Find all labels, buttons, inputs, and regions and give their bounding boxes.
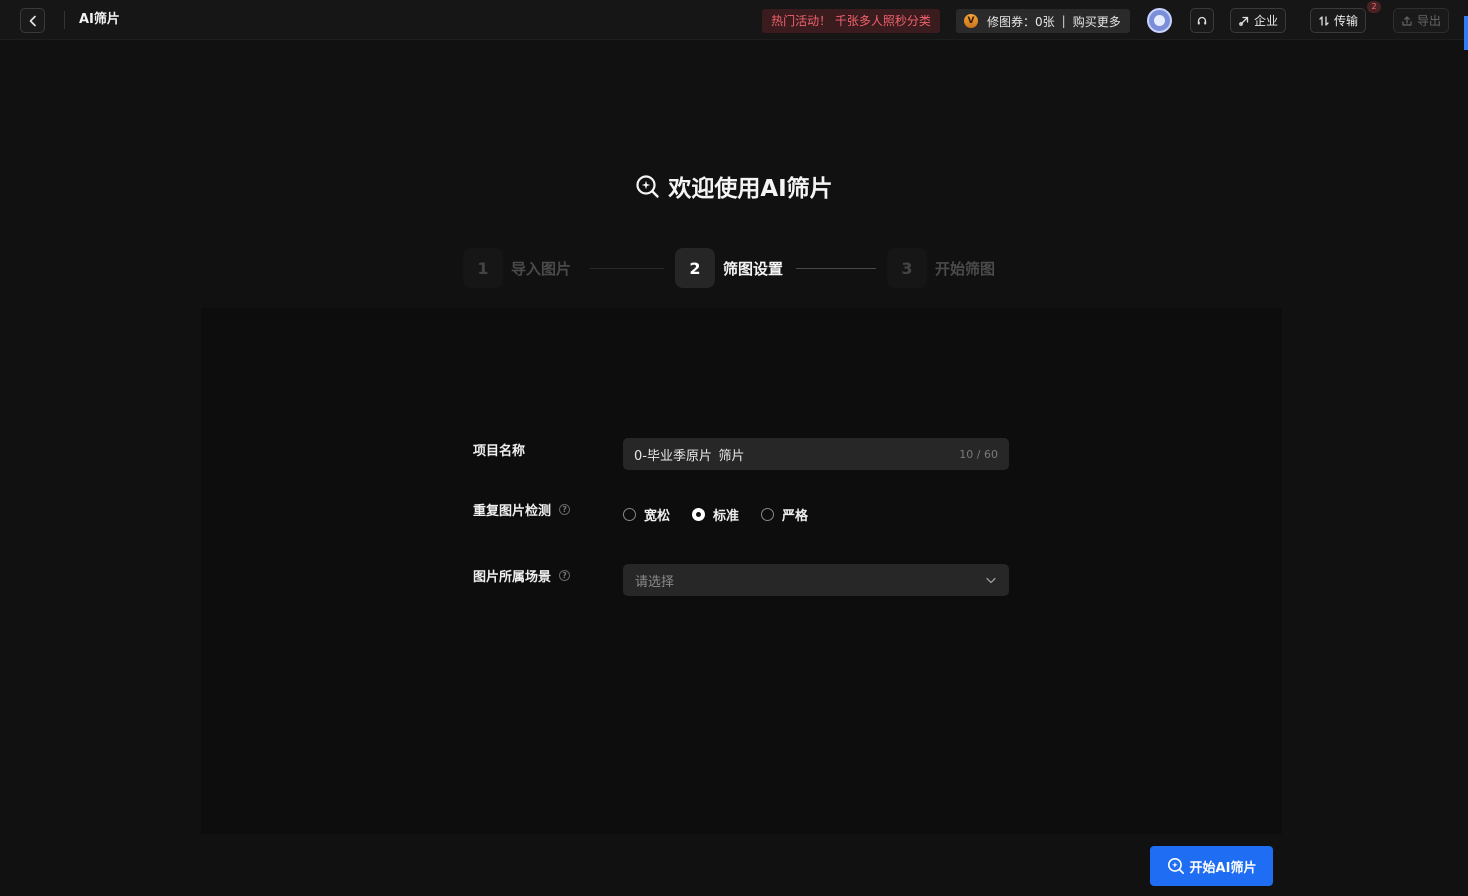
radio-dot: [761, 507, 775, 521]
ai-search-icon: [1167, 858, 1184, 875]
promo-banner[interactable]: 热门活动！ 千张多人照秒分类: [762, 9, 940, 33]
project-name-input[interactable]: [634, 446, 960, 462]
app-title: AI筛片: [64, 11, 120, 29]
duplicate-detection-label-text: 重复图片检测: [473, 504, 552, 519]
duplicate-detection-radio-group: 宽松 标准 严格: [623, 505, 830, 524]
app-window: AI筛片 热门活动！ 千张多人照秒分类 V 修图券：0张 | 购买更多 企业 传…: [0, 0, 1468, 896]
edge-indicator: [1464, 16, 1468, 50]
transfer-button[interactable]: 传输: [1310, 8, 1366, 33]
radio-strict[interactable]: 严格: [761, 505, 808, 524]
step-number: 2: [675, 248, 715, 288]
help-icon[interactable]: ?: [559, 504, 571, 515]
step-number: 1: [463, 248, 503, 288]
scene-label-text: 图片所属场景: [473, 570, 552, 585]
radio-label: 标准: [713, 508, 740, 524]
step-label: 筛图设置: [723, 259, 784, 278]
chevron-down-icon: [986, 577, 996, 584]
back-button[interactable]: [20, 8, 45, 33]
enterprise-icon: [1239, 16, 1249, 26]
step-number: 3: [887, 248, 927, 288]
scene-label: 图片所属场景 ?: [473, 566, 571, 585]
export-button[interactable]: 导出: [1393, 8, 1449, 33]
step-connector: [796, 268, 876, 269]
project-name-label-text: 项目名称: [473, 444, 526, 459]
ai-search-icon: [636, 174, 660, 198]
voucher-separator: |: [1061, 14, 1066, 28]
scene-placeholder: 请选择: [635, 574, 675, 590]
vip-badge-icon: V: [964, 14, 978, 28]
transfer-arrows-icon: [1319, 15, 1329, 26]
step-import: 1 导入图片: [463, 248, 571, 288]
step-label: 开始筛图: [935, 259, 996, 278]
radio-standard[interactable]: 标准: [692, 505, 739, 524]
welcome-heading: 欢迎使用AI筛片: [0, 170, 1468, 202]
voucher-count: 修图券：0张: [987, 14, 1055, 29]
radio-loose[interactable]: 宽松: [623, 505, 670, 524]
export-label: 导出: [1416, 14, 1441, 28]
radio-label: 宽松: [644, 508, 671, 524]
chevron-left-icon: [29, 15, 36, 26]
export-icon: [1402, 15, 1412, 26]
char-counter: 10 / 60: [959, 447, 998, 461]
step-label: 导入图片: [511, 259, 572, 278]
transfer-count-badge: 2: [1367, 1, 1381, 13]
project-name-label: 项目名称: [473, 440, 525, 459]
welcome-title: 欢迎使用AI筛片: [668, 176, 833, 202]
enterprise-label: 企业: [1253, 14, 1278, 28]
scene-select[interactable]: 请选择: [623, 564, 1009, 596]
enterprise-button[interactable]: 企业: [1230, 8, 1286, 33]
start-button-label: 开始AI筛片: [1189, 860, 1257, 876]
step-settings: 2 筛图设置: [675, 248, 783, 288]
project-name-field[interactable]: 10 / 60: [623, 438, 1009, 470]
step-connector: [590, 268, 664, 269]
support-button[interactable]: [1190, 8, 1214, 33]
step-indicator: 1 导入图片 2 筛图设置 3 开始筛图: [463, 248, 1023, 288]
avatar[interactable]: [1147, 8, 1172, 33]
radio-dot: [692, 507, 706, 521]
top-bar: AI筛片 热门活动！ 千张多人照秒分类 V 修图券：0张 | 购买更多 企业 传…: [0, 0, 1468, 40]
start-ai-filter-button[interactable]: 开始AI筛片: [1150, 846, 1273, 886]
radio-label: 严格: [782, 508, 809, 524]
radio-dot: [623, 507, 636, 521]
duplicate-detection-label: 重复图片检测 ?: [473, 500, 571, 519]
voucher-panel: V 修图券：0张 | 购买更多: [956, 9, 1130, 33]
headset-icon: [1197, 16, 1207, 24]
help-icon[interactable]: ?: [559, 570, 571, 581]
step-start: 3 开始筛图: [887, 248, 995, 288]
transfer-label: 传输: [1333, 14, 1358, 28]
buy-more-link[interactable]: 购买更多: [1073, 13, 1121, 30]
